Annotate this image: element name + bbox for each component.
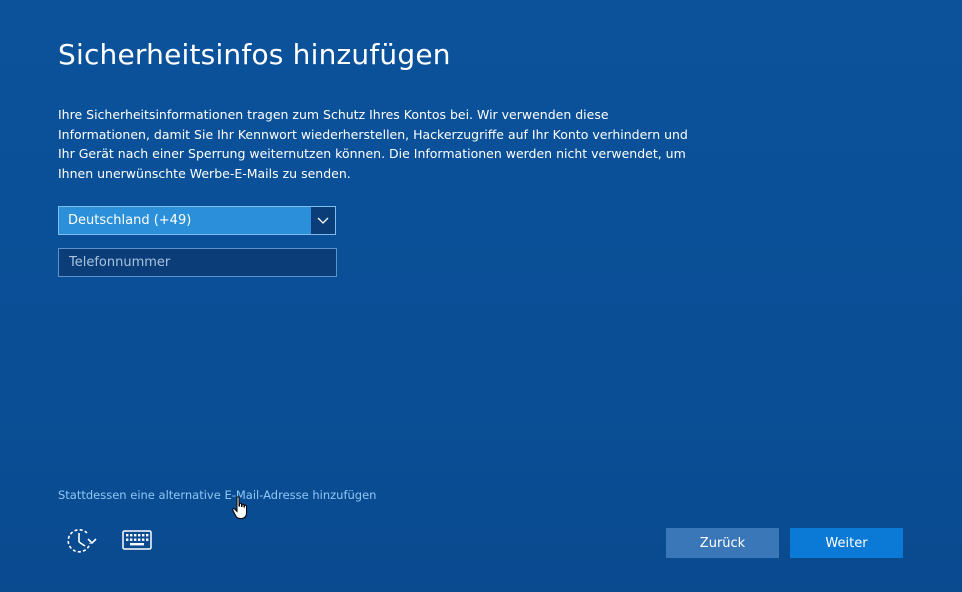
ease-of-access-icon bbox=[63, 525, 97, 561]
alt-email-link[interactable]: Stattdessen eine alternative E-Mail-Adre… bbox=[58, 488, 376, 502]
country-code-value: Deutschland (+49) bbox=[68, 213, 192, 228]
chevron-down-icon[interactable] bbox=[311, 207, 335, 234]
page-description: Ihre Sicherheitsinformationen tragen zum… bbox=[58, 107, 688, 181]
next-button[interactable]: Weiter bbox=[790, 528, 903, 558]
phone-number-input[interactable] bbox=[58, 248, 337, 277]
on-screen-keyboard-button[interactable] bbox=[119, 528, 155, 556]
ease-of-access-button[interactable] bbox=[62, 526, 98, 560]
oobe-page: Sicherheitsinfos hinzufügen Ihre Sicherh… bbox=[0, 0, 962, 592]
hand-cursor-icon bbox=[231, 496, 251, 520]
country-code-dropdown[interactable]: Deutschland (+49) bbox=[58, 206, 336, 235]
keyboard-icon bbox=[122, 530, 152, 554]
back-button[interactable]: Zurück bbox=[666, 528, 779, 558]
page-title: Sicherheitsinfos hinzufügen bbox=[58, 38, 451, 71]
